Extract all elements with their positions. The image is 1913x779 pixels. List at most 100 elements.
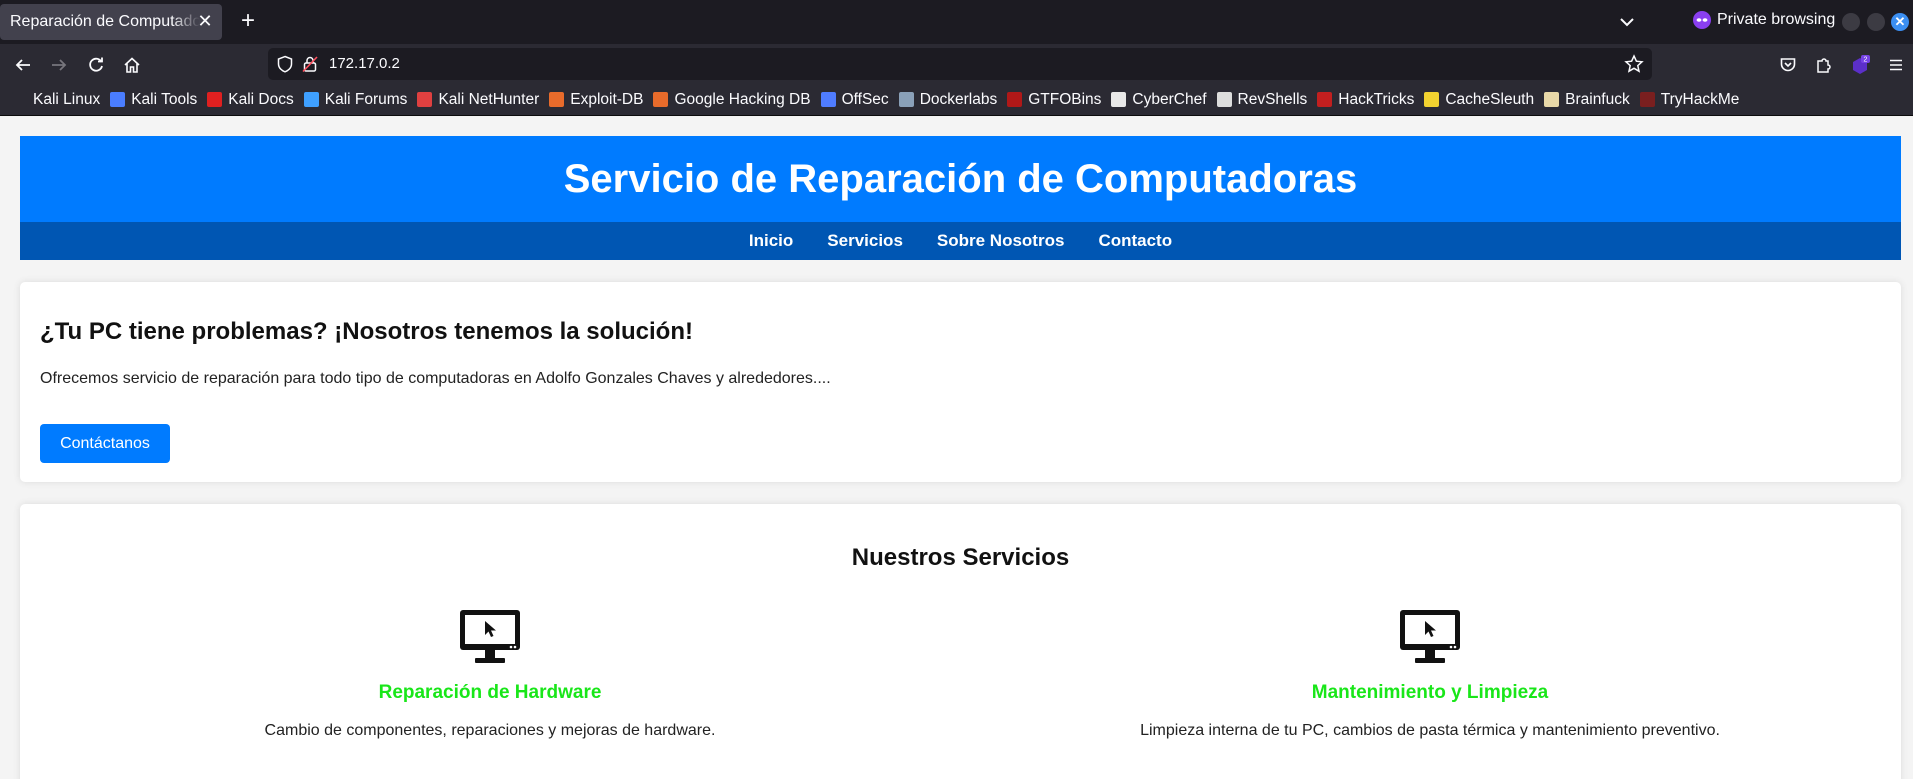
site-title: Servicio de Reparación de Computadoras [563, 157, 1358, 201]
home-button[interactable] [119, 52, 145, 78]
new-tab-button[interactable]: + [234, 8, 262, 36]
bookmark-favicon-icon [1544, 92, 1560, 107]
insecure-lock-icon[interactable] [301, 55, 319, 73]
pocket-button[interactable] [1775, 52, 1801, 78]
tab-close-button[interactable]: ✕ [196, 12, 214, 30]
address-bar[interactable]: 172.17.0.2 [268, 48, 1652, 80]
active-tab[interactable]: Reparación de Computadoras ✕ [0, 4, 222, 40]
navigation-toolbar: 172.17.0.2 2 [0, 44, 1913, 84]
maximize-button[interactable] [1867, 13, 1885, 31]
bookmark-favicon-icon [417, 92, 433, 107]
contact-button[interactable]: Contáctanos [40, 424, 170, 463]
bookmark-item[interactable]: Google Hacking DB [653, 90, 811, 109]
page-content: Servicio de Reparación de Computadoras I… [0, 117, 1913, 779]
bookmarks-toolbar: Kali Linux Kali Tools Kali Docs Kali Forums… [0, 84, 1913, 116]
bookmark-favicon-icon [207, 92, 223, 107]
bookmark-item[interactable]: CyberChef [1111, 90, 1207, 109]
services-heading: Nuestros Servicios [851, 544, 1070, 571]
nav-link-servicios[interactable]: Servicios [827, 231, 903, 251]
bookmark-favicon-icon [1639, 92, 1655, 107]
minimize-button[interactable] [1842, 13, 1860, 31]
bookmark-favicon-icon [1111, 92, 1127, 107]
bookmark-item[interactable]: Dockerlabs [898, 90, 998, 109]
reload-icon [89, 57, 103, 72]
bookmark-item[interactable]: Kali Docs [207, 90, 294, 109]
private-browsing-label: Private browsing [1717, 11, 1836, 28]
reload-button[interactable] [83, 52, 109, 78]
bookmark-favicon-icon [549, 92, 565, 107]
bookmark-label: RevShells [1237, 90, 1308, 108]
bookmark-item[interactable]: Kali Linux [12, 91, 100, 109]
bookmark-label: Kali Linux [33, 90, 101, 108]
bookmark-favicon-icon [1424, 92, 1440, 107]
bookmark-label: TryHackMe [1660, 90, 1740, 108]
close-icon: ✕ [1894, 14, 1906, 29]
services-section: Nuestros Servicios Reparación de Hardwar… [20, 504, 1901, 779]
bookmark-label: Exploit-DB [570, 90, 644, 108]
bookmark-label: CyberChef [1132, 90, 1207, 108]
bookmark-star-icon[interactable] [1624, 54, 1644, 74]
extension-addon-button[interactable]: 2 [1847, 52, 1873, 78]
bookmark-label: Kali Tools [131, 90, 198, 108]
puzzle-icon [1817, 58, 1831, 73]
hero-section: ¿Tu PC tiene problemas? ¡Nosotros tenemo… [20, 282, 1901, 482]
bookmark-label: CacheSleuth [1445, 90, 1535, 108]
bookmark-item[interactable]: Exploit-DB [549, 91, 643, 109]
bookmark-item[interactable]: Kali NetHunter [417, 91, 539, 109]
bookmark-item[interactable]: CacheSleuth [1424, 91, 1534, 109]
computer-icon [460, 610, 520, 663]
pocket-icon [1780, 58, 1796, 72]
bookmark-item[interactable]: RevShells [1216, 90, 1308, 109]
service-title: Mantenimiento y Limpieza [1311, 682, 1549, 703]
back-button[interactable] [10, 52, 36, 78]
bookmark-item[interactable]: Kali Forums [303, 90, 408, 109]
bookmark-favicon-icon [898, 92, 914, 107]
extension-icon: 2 [1853, 55, 1870, 74]
service-description: Cambio de componentes, reparaciones y me… [264, 722, 716, 739]
hero-heading: ¿Tu PC tiene problemas? ¡Nosotros tenemo… [40, 318, 693, 345]
bookmark-label: GTFOBins [1028, 90, 1102, 108]
private-mask-icon [1693, 11, 1711, 29]
bookmark-item[interactable]: TryHackMe [1639, 90, 1740, 109]
service-item-mantenimiento: Mantenimiento y Limpieza Limpieza intern… [960, 608, 1900, 740]
bookmark-item[interactable]: GTFOBins [1007, 91, 1101, 109]
back-arrow-icon [15, 59, 30, 71]
extensions-button[interactable] [1811, 52, 1837, 78]
bookmark-favicon-icon [820, 92, 836, 107]
bookmark-item[interactable]: HackTricks [1317, 91, 1414, 109]
hamburger-menu-icon [1890, 59, 1902, 71]
hero-text: Ofrecemos servicio de reparación para to… [40, 370, 831, 387]
bookmark-label: Google Hacking DB [674, 90, 811, 108]
service-title: Reparación de Hardware [378, 682, 602, 703]
bookmark-favicon-icon [12, 92, 27, 107]
nav-link-contacto[interactable]: Contacto [1098, 231, 1172, 251]
bookmark-label: Dockerlabs [919, 90, 998, 108]
bookmark-favicon-icon [1216, 92, 1232, 107]
home-icon [124, 57, 140, 73]
bookmark-label: Brainfuck [1565, 90, 1630, 108]
bookmark-item[interactable]: Brainfuck [1544, 91, 1630, 109]
list-all-tabs-button[interactable] [1614, 10, 1640, 34]
bookmark-favicon-icon [1007, 92, 1023, 107]
site-nav: Inicio Servicios Sobre Nosotros Contacto [20, 222, 1901, 260]
app-menu-button[interactable] [1883, 52, 1909, 78]
url-text[interactable]: 172.17.0.2 [329, 55, 400, 72]
nav-link-sobre-nosotros[interactable]: Sobre Nosotros [937, 231, 1065, 251]
close-window-button[interactable]: ✕ [1891, 13, 1909, 31]
forward-button[interactable] [46, 52, 72, 78]
forward-arrow-icon [52, 59, 67, 71]
chevron-down-icon [1620, 18, 1634, 27]
shield-icon[interactable] [276, 55, 294, 73]
bookmark-label: Kali Docs [228, 90, 294, 108]
bookmark-item[interactable]: Kali Tools [110, 91, 197, 109]
bookmark-label: Kali NetHunter [438, 90, 540, 108]
computer-icon [1400, 610, 1460, 663]
bookmark-item[interactable]: OffSec [820, 90, 889, 109]
service-description: Limpieza interna de tu PC, cambios de pa… [1140, 722, 1720, 739]
extension-badge-count: 2 [1864, 57, 1868, 64]
bookmark-label: OffSec [841, 90, 889, 108]
site-header: Servicio de Reparación de Computadoras I… [20, 136, 1901, 260]
bookmark-label: Kali Forums [324, 90, 408, 108]
nav-link-inicio[interactable]: Inicio [749, 231, 793, 251]
service-item-hardware: Reparación de Hardware Cambio de compone… [20, 608, 960, 740]
